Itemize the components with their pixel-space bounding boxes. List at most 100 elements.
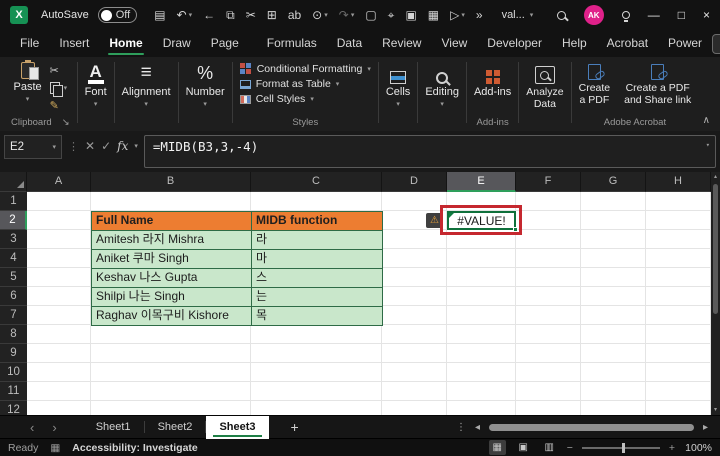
camera-icon[interactable]: ▣	[405, 8, 416, 22]
vertical-scrollbar[interactable]: ▴ ▾	[711, 172, 720, 415]
column-header-f[interactable]: F	[516, 172, 581, 192]
font-button[interactable]: A Font ▾	[85, 62, 107, 108]
column-header-e[interactable]: E	[447, 172, 516, 192]
row-header-3[interactable]: 3	[0, 230, 27, 249]
row-header-8[interactable]: 8	[0, 325, 27, 344]
accessibility-status[interactable]: Accessibility: Investigate	[72, 442, 197, 454]
page-break-view-button[interactable]: ▥	[541, 440, 558, 455]
horizontal-scroll-thumb[interactable]	[488, 423, 694, 431]
cell-c5[interactable]: 스	[252, 269, 383, 288]
save-icon[interactable]: ▤	[154, 8, 165, 22]
scroll-left-icon[interactable]: ◂	[475, 422, 480, 433]
editing-button[interactable]: Editing ▾	[425, 62, 459, 108]
cell-styles-button[interactable]: Cell Styles ▾	[239, 93, 314, 105]
find-replace-icon[interactable]: ab	[288, 8, 301, 22]
vertical-scroll-thumb[interactable]	[713, 184, 718, 314]
format-as-table-button[interactable]: Format as Table ▾	[239, 78, 339, 90]
cell-b7[interactable]: Raghav 이목구비 Kishore	[92, 307, 252, 326]
minimize-button[interactable]: —	[648, 8, 660, 22]
tab-acrobat[interactable]: Acrobat	[597, 30, 658, 57]
lookup-icon[interactable]: ▦	[428, 8, 439, 22]
formula-input[interactable]: =MIDB(B3,3,-4) ▾	[143, 135, 716, 168]
search-icon[interactable]	[556, 10, 566, 20]
paste-picture-icon[interactable]: ⊞	[267, 8, 277, 22]
row-header-6[interactable]: 6	[0, 287, 27, 306]
tab-draw[interactable]: Draw	[153, 30, 201, 57]
cell-b4[interactable]: Aniket 쿠마 Singh	[92, 250, 252, 269]
row-header-11[interactable]: 11	[0, 382, 27, 401]
lightbulb-icon[interactable]	[621, 11, 630, 22]
error-trace-button[interactable]: ⚠	[426, 213, 443, 228]
collapse-ribbon-icon[interactable]: ∧	[703, 115, 710, 126]
scroll-right-icon[interactable]: ▸	[703, 422, 708, 433]
prev-sheet-icon[interactable]: ‹	[30, 420, 34, 435]
normal-view-button[interactable]: ▦	[488, 440, 506, 455]
tab-home[interactable]: Home	[99, 30, 152, 57]
row-header-7[interactable]: 7	[0, 306, 27, 325]
sheet-tab-sheet2[interactable]: Sheet2	[145, 416, 206, 439]
cell-c7[interactable]: 목	[252, 307, 383, 326]
row-header-5[interactable]: 5	[0, 268, 27, 287]
cut-icon[interactable]: ✂	[246, 8, 256, 22]
flowchart-button[interactable]: ▷ ▾	[450, 8, 465, 22]
redo-button[interactable]: ↷ ▾	[339, 8, 355, 22]
row-header-10[interactable]: 10	[0, 363, 27, 382]
page-layout-view-button[interactable]: ▣	[515, 440, 532, 455]
next-sheet-icon[interactable]: ›	[52, 420, 56, 435]
cell-c3[interactable]: 라	[252, 231, 383, 250]
close-button[interactable]: ×	[703, 8, 710, 22]
copy-button[interactable]: ▾	[49, 82, 67, 97]
cell-b6[interactable]: Shilpi 나는 Singh	[92, 288, 252, 307]
tab-page-layout[interactable]: Page Layout	[201, 30, 257, 77]
row-header-1[interactable]: 1	[0, 192, 27, 211]
tab-file[interactable]: File	[10, 30, 49, 57]
row-header-12[interactable]: 12	[0, 401, 27, 415]
select-all-corner[interactable]	[0, 172, 27, 192]
row-header-2[interactable]: 2	[0, 211, 27, 230]
excel-logo-icon[interactable]: X	[10, 6, 28, 24]
name-box[interactable]: E2 ▾	[4, 135, 62, 159]
undo-button[interactable]: ↶ ▾	[177, 8, 193, 22]
row-header-4[interactable]: 4	[0, 249, 27, 268]
sheet-tab-sheet3[interactable]: Sheet3	[206, 415, 269, 439]
sheet-tab-sheet1[interactable]: Sheet1	[83, 416, 144, 439]
cell-c6[interactable]: 는	[252, 288, 383, 307]
enter-icon[interactable]: ✓	[101, 135, 111, 153]
avatar[interactable]: AK	[583, 5, 604, 25]
scroll-up-icon[interactable]: ▴	[714, 172, 717, 182]
column-header-b[interactable]: B	[91, 172, 251, 192]
selected-cell-e2[interactable]: #VALUE!	[447, 211, 518, 232]
column-header-h[interactable]: H	[646, 172, 711, 192]
document-title[interactable]: val... ▾	[502, 9, 534, 21]
column-header-c[interactable]: C	[251, 172, 382, 192]
tab-insert[interactable]: Insert	[49, 30, 99, 57]
tab-help[interactable]: Help	[552, 30, 597, 57]
addins-button[interactable]: Add-ins	[474, 62, 511, 98]
create-pdf-button[interactable]: Create a PDF	[579, 64, 610, 106]
cell-b2[interactable]: Full Name	[92, 212, 252, 231]
create-pdf-share-button[interactable]: Create a PDF and Share link	[624, 64, 691, 106]
tab-developer[interactable]: Developer	[477, 30, 552, 57]
column-header-g[interactable]: G	[581, 172, 646, 192]
conditional-formatting-button[interactable]: Conditional Formatting ▾	[239, 63, 371, 75]
number-button[interactable]: % Number ▾	[186, 62, 225, 108]
row-header-9[interactable]: 9	[0, 344, 27, 363]
comments-button[interactable]: Comments	[712, 33, 720, 54]
back-icon[interactable]: ←	[203, 8, 215, 22]
autosave-toggle[interactable]: Off	[97, 7, 138, 23]
cell-c2[interactable]: MIDB function	[252, 212, 383, 231]
macro-record-icon[interactable]: ▦	[50, 442, 60, 454]
tab-view[interactable]: View	[431, 30, 477, 57]
zoom-out-button[interactable]: −	[567, 442, 573, 454]
column-header-a[interactable]: A	[27, 172, 91, 192]
sheet-menu-icon[interactable]: ⋮	[456, 422, 466, 433]
touch-mode-button[interactable]: ⊙ ▾	[312, 8, 328, 22]
tab-formulas[interactable]: Formulas	[257, 30, 327, 57]
dialog-launcher-icon[interactable]: ↘	[62, 117, 70, 128]
column-header-d[interactable]: D	[382, 172, 447, 192]
format-painter-button[interactable]: ✎	[50, 99, 68, 112]
formula-bar-handle[interactable]: ⋮	[68, 135, 79, 153]
cancel-icon[interactable]: ✕	[85, 135, 95, 153]
more-commands-icon[interactable]: »	[476, 8, 483, 22]
tab-power-pivot[interactable]: Power Pivot	[658, 30, 712, 77]
